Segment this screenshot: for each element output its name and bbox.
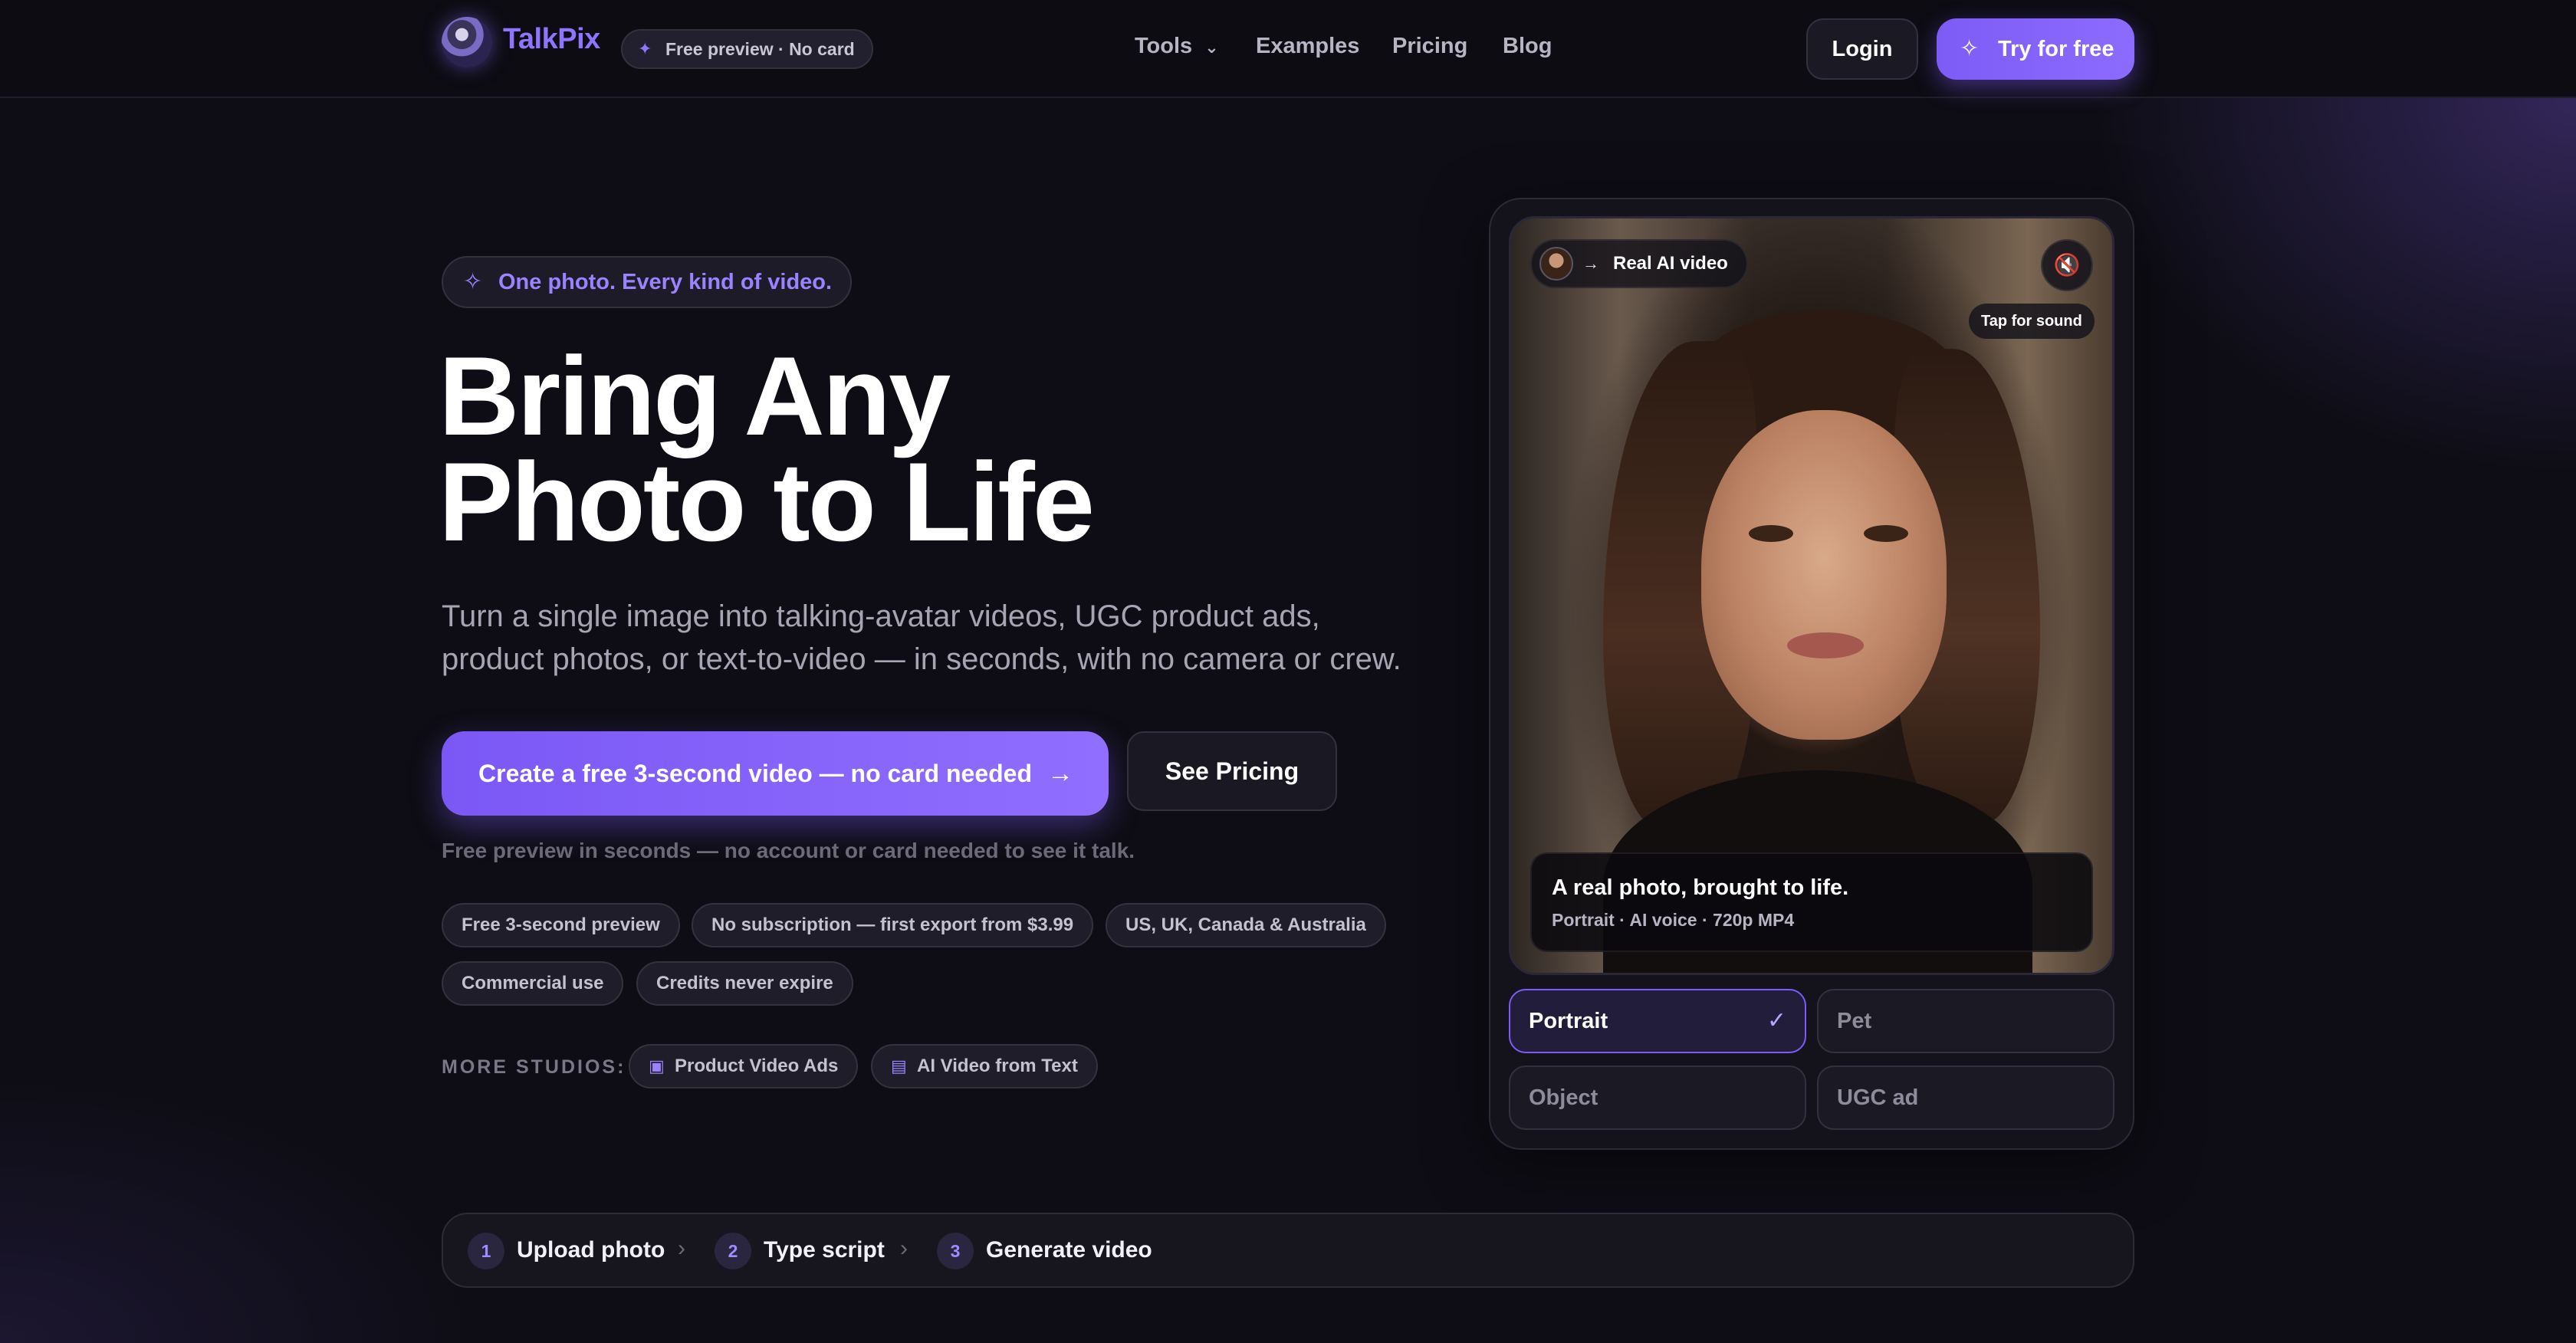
- tagline-text: One photo. Every kind of video.: [498, 270, 833, 294]
- step-number: 1: [468, 1233, 504, 1269]
- arrow-right-icon: →: [1047, 759, 1073, 788]
- free-preview-note: Free preview in seconds — no account or …: [442, 839, 1135, 862]
- step-number: 3: [937, 1233, 974, 1269]
- video-eye: [1749, 525, 1793, 542]
- sparkle-icon: ✧: [1960, 36, 1980, 61]
- steps-bar: [442, 1213, 2134, 1288]
- logo-icon[interactable]: [442, 17, 492, 67]
- bag-icon: ▣: [649, 1056, 665, 1075]
- video-eye: [1864, 525, 1908, 542]
- video-lips: [1787, 632, 1864, 658]
- option-ugc-ad[interactable]: UGC ad: [1817, 1066, 2114, 1130]
- video-face: [1701, 410, 1947, 740]
- feature-chip: Credits never expire: [636, 961, 853, 1006]
- speaker-muted-icon: 🔇: [2053, 253, 2081, 277]
- step-label: Upload photo: [517, 1237, 665, 1263]
- real-ai-video-label: Real AI video: [1613, 253, 1728, 274]
- nav-pricing[interactable]: Pricing: [1392, 34, 1467, 59]
- step-number: 2: [715, 1233, 751, 1269]
- nav-examples[interactable]: Examples: [1256, 34, 1359, 59]
- more-studios-label: MORE STUDIOS:: [442, 1056, 626, 1078]
- caption-title: A real photo, brought to life.: [1552, 875, 1849, 900]
- studio-product-video-ads[interactable]: ▣ Product Video Ads: [629, 1044, 859, 1089]
- tagline-pill: ✧ One photo. Every kind of video.: [442, 256, 853, 308]
- video-caption: A real photo, brought to life. Portrait …: [1530, 852, 2093, 952]
- try-free-label: Try for free: [1998, 37, 2114, 61]
- step-label: Type script: [764, 1237, 885, 1263]
- nav-tools-label: Tools: [1135, 34, 1193, 58]
- free-preview-pill-label: Free preview · No card: [665, 39, 855, 59]
- feature-chip: Commercial use: [442, 961, 624, 1006]
- step-label: Generate video: [986, 1237, 1152, 1263]
- hero-subtitle: Turn a single image into talking-avatar …: [442, 599, 1401, 676]
- feature-chip: Free 3-second preview: [442, 903, 680, 947]
- option-portrait[interactable]: Portrait ✓: [1509, 989, 1806, 1053]
- create-free-video-button[interactable]: Create a free 3-second video — no card n…: [442, 731, 1109, 816]
- nav-tools[interactable]: Tools ⌄: [1135, 34, 1219, 59]
- see-pricing-button[interactable]: See Pricing: [1127, 731, 1337, 811]
- sparkle-icon: ✦: [638, 39, 652, 58]
- nav-blog[interactable]: Blog: [1503, 34, 1552, 59]
- hero-title-line-1: Bring Any: [439, 333, 951, 458]
- hero-title: Bring Any Photo to Life: [439, 333, 1435, 564]
- studio-label: Product Video Ads: [675, 1056, 839, 1076]
- option-pet[interactable]: Pet: [1817, 989, 2114, 1053]
- check-icon: ✓: [1766, 1008, 1786, 1033]
- chevron-right-icon: ›: [900, 1236, 908, 1261]
- option-label: Portrait: [1529, 1009, 1608, 1033]
- create-free-video-label: Create a free 3-second video — no card n…: [478, 760, 1033, 787]
- login-button[interactable]: Login: [1806, 18, 1918, 80]
- studio-label: AI Video from Text: [917, 1056, 1078, 1076]
- studio-ai-video-from-text[interactable]: ▤ AI Video from Text: [871, 1044, 1098, 1089]
- sparkle-icon: ✧: [463, 269, 483, 294]
- chevron-right-icon: ›: [678, 1236, 685, 1261]
- option-object[interactable]: Object: [1509, 1066, 1806, 1130]
- feature-chip: No subscription — first export from $3.9…: [692, 903, 1094, 947]
- feature-chip: US, UK, Canada & Australia: [1106, 903, 1386, 947]
- caption-meta: Portrait · AI voice · 720p MP4: [1552, 910, 1795, 930]
- avatar: [1539, 247, 1573, 281]
- hero-title-line-2: Photo to Life: [439, 439, 1095, 564]
- tap-for-sound-hint: Tap for sound: [1969, 304, 2095, 339]
- try-free-button[interactable]: ✧ Try for free: [1937, 18, 2134, 80]
- chevron-down-icon: ⌄: [1204, 38, 1219, 57]
- logo-text[interactable]: TalkPix: [503, 23, 600, 56]
- arrow-right-icon: →: [1582, 254, 1599, 273]
- free-preview-pill: ✦ Free preview · No card: [621, 29, 873, 69]
- mute-toggle-button[interactable]: 🔇: [2041, 239, 2093, 291]
- clapperboard-icon: ▤: [891, 1056, 907, 1075]
- real-ai-video-badge: → Real AI video: [1530, 239, 1748, 288]
